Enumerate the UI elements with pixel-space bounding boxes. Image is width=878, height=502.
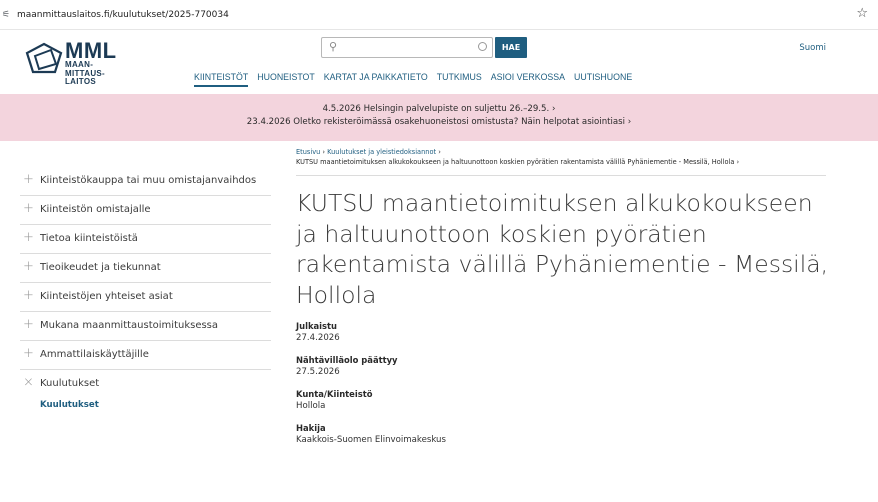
site-header: MML MAAN- MITTAUS- LAITOS ⚲ HAE Suomi KI… xyxy=(0,30,878,94)
sidebar-item-tietoa[interactable]: + Tietoa kiinteistöistä xyxy=(20,224,271,253)
breadcrumb-parent[interactable]: Kuulutukset ja yleistiedoksiannot xyxy=(327,148,436,156)
search-input[interactable]: ⚲ xyxy=(321,37,493,58)
sidebar-item-yhteiset-asiat[interactable]: + Kiinteistöjen yhteiset asiat xyxy=(20,282,271,311)
expand-icon: + xyxy=(23,259,34,274)
published-label: Julkaistu xyxy=(296,321,337,331)
search-icon: ⚲ xyxy=(329,40,338,53)
nav-huoneistot[interactable]: HUONEISTOT xyxy=(257,72,315,87)
main-content: Etusivu › Kuulutukset ja yleistiedoksian… xyxy=(296,148,836,456)
sidebar-item-label: Kuulutukset xyxy=(40,378,100,389)
sidebar-nav: + Kiinteistökauppa tai muu omistajanvaih… xyxy=(20,167,271,418)
notice-banner: 4.5.2026 Helsingin palvelupiste on sulje… xyxy=(0,94,878,141)
published-date: 27.4.2026 xyxy=(296,333,340,343)
breadcrumb-home[interactable]: Etusivu xyxy=(296,148,320,156)
sidebar-item-label: Kiinteistön omistajalle xyxy=(40,204,151,215)
tune-icon[interactable]: ⚟ xyxy=(2,9,14,21)
divider xyxy=(296,175,826,176)
page-title: KUTSU maantietoimituksen alkukokoukseen … xyxy=(296,189,829,309)
sidebar-item-label: Kiinteistökauppa tai muu omistajanvaihdo… xyxy=(40,175,257,186)
nav-kartat[interactable]: KARTAT JA PAIKKATIETO xyxy=(324,72,428,87)
collapse-icon: × xyxy=(23,375,34,390)
sidebar-item-tieoikeudet[interactable]: + Tieoikeudet ja tiekunnat xyxy=(20,253,271,282)
notice-link[interactable]: 4.5.2026 Helsingin palvelupiste on sulje… xyxy=(0,103,878,116)
logo-mark-icon xyxy=(25,42,63,74)
browser-address-bar: ⚟ maanmittauslaitos.fi/kuulutukset/2025-… xyxy=(0,0,878,30)
expand-icon: + xyxy=(23,288,34,303)
search-button[interactable]: HAE xyxy=(495,37,527,58)
applicant-label: Hakija xyxy=(296,423,326,433)
breadcrumb-current: KUTSU maantietoimituksen alkukokoukseen … xyxy=(296,157,735,166)
sidebar-item-omistajalle[interactable]: + Kiinteistön omistajalle xyxy=(20,195,271,224)
sidebar-item-ammattilaiset[interactable]: + Ammattilaiskäyttäjille xyxy=(20,340,271,369)
main-nav: KIINTEISTÖT HUONEISTOT KARTAT JA PAIKKAT… xyxy=(194,72,641,87)
nav-kiinteistot[interactable]: KIINTEISTÖT xyxy=(194,72,249,87)
logo-text: MML xyxy=(65,38,117,63)
display-end-date: 27.5.2026 xyxy=(296,367,340,377)
breadcrumb: Etusivu › Kuulutukset ja yleistiedoksian… xyxy=(296,148,836,167)
display-end-label: Nähtävilläolo päättyy xyxy=(296,355,398,365)
nav-asioi-verkossa[interactable]: ASIOI VERKOSSA xyxy=(491,72,565,87)
logo-subtext: MAAN- MITTAUS- LAITOS xyxy=(65,60,106,86)
clear-icon[interactable] xyxy=(478,42,487,51)
expand-icon: + xyxy=(23,201,34,216)
sidebar-item-toimitus[interactable]: + Mukana maanmittaustoimituksessa xyxy=(20,311,271,340)
star-icon[interactable]: ☆ xyxy=(856,7,868,21)
url-field[interactable]: maanmittauslaitos.fi/kuulutukset/2025-77… xyxy=(17,9,229,21)
expand-icon: + xyxy=(23,346,34,361)
sidebar-item-label: Tietoa kiinteistöistä xyxy=(40,233,138,244)
notice-link[interactable]: 23.4.2026 Oletko rekisteröimässä osakehu… xyxy=(0,116,878,129)
municipality-label: Kunta/Kiinteistö xyxy=(296,389,373,399)
sidebar-item-label: Kiinteistöjen yhteiset asiat xyxy=(40,291,173,302)
expand-icon: + xyxy=(23,317,34,332)
sidebar-item-label: Mukana maanmittaustoimituksessa xyxy=(40,320,219,331)
sidebar-item-label: Tieoikeudet ja tiekunnat xyxy=(40,262,161,273)
expand-icon: + xyxy=(23,230,34,245)
expand-icon: + xyxy=(23,172,34,187)
announcement-details: Julkaistu 27.4.2026 Nähtävilläolo päätty… xyxy=(296,320,836,446)
sidebar-item-kuulutukset[interactable]: × Kuulutukset xyxy=(20,369,271,398)
breadcrumb-separator: › xyxy=(438,148,441,156)
language-selector[interactable]: Suomi xyxy=(799,43,826,53)
sidebar-item-label: Ammattilaiskäyttäjille xyxy=(40,349,149,360)
mml-logo[interactable]: MML MAAN- MITTAUS- LAITOS xyxy=(25,38,120,90)
municipality-value: Hollola xyxy=(296,401,326,411)
nav-uutishuone[interactable]: UUTISHUONE xyxy=(574,72,632,87)
sidebar-subitem-kuulutukset[interactable]: Kuulutukset xyxy=(20,398,271,418)
applicant-value: Kaakkois-Suomen Elinvoimakeskus xyxy=(296,435,446,445)
sidebar-item-kiinteistokauppa[interactable]: + Kiinteistökauppa tai muu omistajanvaih… xyxy=(20,167,271,195)
breadcrumb-separator: › xyxy=(736,157,740,166)
nav-tutkimus[interactable]: TUTKIMUS xyxy=(437,72,482,87)
